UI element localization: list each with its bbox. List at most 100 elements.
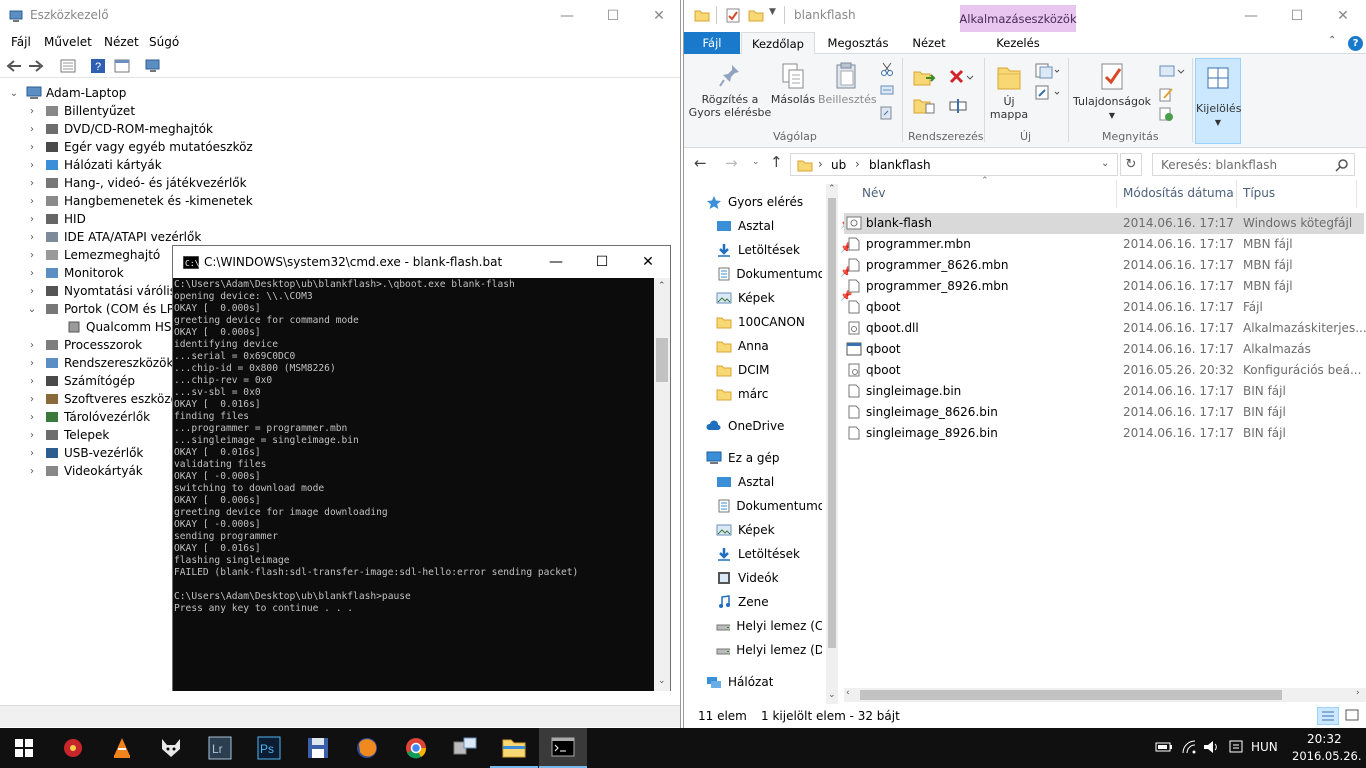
tree-category[interactable]: › Szoftveres eszközök <box>26 390 185 408</box>
back-button[interactable] <box>5 57 23 75</box>
taskbar-firefox[interactable] <box>343 728 391 768</box>
file-row[interactable]: blank-flash 2014.06.16. 17:17 Windows köte… <box>844 213 1364 234</box>
maximize-button[interactable]: ☐ <box>590 0 636 31</box>
taskbar-cmd[interactable] <box>539 728 587 768</box>
tree-category[interactable]: › Telepek <box>26 426 109 444</box>
nav-item[interactable]: 100CANON <box>716 310 822 334</box>
nav-item[interactable]: DCIM <box>716 358 822 382</box>
tree-category[interactable]: › Videokártyák <box>26 462 143 480</box>
nav-item[interactable]: OneDrive <box>706 414 822 438</box>
tab-home[interactable]: Kezdőlap <box>741 32 815 55</box>
scroll-up-icon[interactable]: ⌃ <box>658 281 666 291</box>
column-name[interactable]: Név <box>862 186 885 200</box>
taskbar-lightroom[interactable]: Lr <box>196 728 244 768</box>
chevron-right-icon[interactable]: › <box>26 394 38 405</box>
taskbar-vlc[interactable] <box>98 728 146 768</box>
volume-icon[interactable] <box>1202 739 1220 758</box>
nav-item[interactable]: Asztal <box>716 470 822 494</box>
taskbar-app-1[interactable] <box>49 728 97 768</box>
file-row[interactable]: singleimage.bin 2014.06.16. 17:17 BIN fájl <box>844 381 1364 402</box>
device-manager-titlebar[interactable]: Eszközkezelő — ☐ ✕ <box>0 0 680 32</box>
nav-item[interactable]: Gyors elérés <box>706 190 822 214</box>
menu-action[interactable]: Művelet <box>44 35 92 49</box>
tab-manage[interactable]: Kezelés <box>962 32 1074 54</box>
nav-item[interactable]: Videók <box>716 566 822 590</box>
chevron-right-icon[interactable]: › <box>26 430 38 441</box>
forward-button[interactable]: → <box>725 154 738 172</box>
tab-view[interactable]: Nézet <box>899 32 959 54</box>
chevron-down-icon[interactable]: ⌄ <box>8 88 20 99</box>
nav-item[interactable]: Helyi lemez (D:) <box>716 638 822 662</box>
tree-category[interactable]: › Számítógép <box>26 372 135 390</box>
breadcrumb-ub[interactable]: ub <box>831 158 846 172</box>
column-date[interactable]: Módosítás dátuma <box>1123 186 1234 200</box>
tree-category[interactable]: › HID <box>26 210 86 228</box>
search-box[interactable]: Keresés: blankflash <box>1152 153 1355 176</box>
chevron-right-icon[interactable]: › <box>26 160 38 171</box>
chevron-right-icon[interactable]: › <box>26 448 38 459</box>
properties-dropdown-icon[interactable]: ▼ <box>1109 111 1115 120</box>
new-item-button[interactable] <box>1034 62 1060 83</box>
file-row[interactable]: singleimage_8926.bin 2014.06.16. 17:17 BIN… <box>844 423 1364 444</box>
nav-item[interactable]: Dokumentumok <box>716 494 822 518</box>
start-button[interactable] <box>0 728 48 768</box>
console-output[interactable]: C:\Users\Adam\Desktop\ub\blankflash>.\qb… <box>173 278 654 691</box>
cmd-minimize-button[interactable]: — <box>533 246 579 277</box>
chevron-right-icon[interactable]: › <box>26 286 38 297</box>
chevron-right-icon[interactable]: › <box>26 142 38 153</box>
cmd-scrollbar[interactable]: ⌃ ⌄ <box>654 278 670 691</box>
nav-item[interactable]: Hálózat <box>706 670 822 694</box>
search-input[interactable]: Keresés: blankflash <box>1161 158 1277 172</box>
file-row[interactable]: singleimage_8626.bin 2014.06.16. 17:17 BIN… <box>844 402 1364 423</box>
taskbar-chrome[interactable] <box>392 728 440 768</box>
tree-category[interactable]: › IDE ATA/ATAPI vezérlők <box>26 228 201 246</box>
wifi-icon[interactable] <box>1181 739 1197 758</box>
chevron-right-icon[interactable]: › <box>26 178 38 189</box>
scan-hardware-button[interactable] <box>144 57 162 75</box>
chevron-right-icon[interactable]: › <box>26 232 38 243</box>
column-type[interactable]: Típus <box>1243 186 1275 200</box>
address-dropdown-icon[interactable]: ⌄ <box>1101 158 1109 169</box>
rename-button[interactable] <box>948 96 968 119</box>
tree-category[interactable]: › Hálózati kártyák <box>26 156 162 174</box>
chevron-right-icon[interactable]: › <box>26 106 38 117</box>
input-language[interactable]: HUN <box>1251 740 1278 754</box>
explorer-close-button[interactable]: ✕ <box>1320 0 1366 31</box>
pin-quick-access-button[interactable]: Rögzítés a Gyors elérésbe <box>688 62 772 119</box>
nav-item[interactable]: Zene <box>716 590 822 614</box>
nav-item[interactable]: Asztal📌 <box>716 214 852 238</box>
chevron-right-icon[interactable]: › <box>26 340 38 351</box>
edit-button[interactable] <box>1158 86 1174 105</box>
minimize-button[interactable]: — <box>544 0 590 31</box>
nav-item[interactable]: Ez a gép <box>706 446 822 470</box>
menu-file[interactable]: Fájl <box>11 35 31 49</box>
easy-access-button[interactable] <box>1034 84 1060 105</box>
clock-time[interactable]: 20:32 <box>1307 732 1342 746</box>
help-icon[interactable]: ? <box>1348 36 1363 51</box>
chevron-down-icon[interactable]: ⌄ <box>26 304 38 315</box>
tree-category[interactable]: › DVD/CD-ROM-meghajtók <box>26 120 213 138</box>
taskbar-device-manager[interactable] <box>441 728 489 768</box>
history-button[interactable] <box>1158 106 1174 125</box>
nav-item[interactable]: Képek <box>716 518 822 542</box>
cmd-titlebar[interactable]: C:\ C:\WINDOWS\system32\cmd.exe - blank-… <box>173 246 670 278</box>
new-folder-button[interactable]: Új mappa <box>989 62 1029 121</box>
taskbar-file-explorer[interactable] <box>490 728 538 768</box>
tree-category[interactable]: › Monitorok <box>26 264 124 282</box>
nav-scrollbar[interactable]: ⌃ ⌄ <box>826 184 838 704</box>
explorer-maximize-button[interactable]: ☐ <box>1274 0 1320 31</box>
file-row[interactable]: programmer.mbn 2014.06.16. 17:17 MBN fájl <box>844 234 1364 255</box>
cmd-close-button[interactable]: ✕ <box>625 246 671 277</box>
clock-date[interactable]: 2016.05.26. <box>1292 749 1362 763</box>
explorer-titlebar[interactable]: ▼ blankflash Alkalmazáseszközök — ☐ ✕ <box>684 0 1366 32</box>
cmd-maximize-button[interactable]: ☐ <box>579 246 625 277</box>
tree-category[interactable]: › Billentyűzet <box>26 102 135 120</box>
nav-item[interactable]: Letöltések <box>716 542 822 566</box>
files-hscrollbar[interactable]: ‹ › <box>844 688 1366 702</box>
paste-shortcut-button[interactable] <box>880 106 892 123</box>
chevron-right-icon[interactable]: › <box>26 412 38 423</box>
scroll-down-icon[interactable]: ⌄ <box>658 676 666 686</box>
tree-category[interactable]: ⌄ Portok (COM és LPT) <box>26 300 186 318</box>
application-tools-tab[interactable]: Alkalmazáseszközök <box>959 5 1077 32</box>
cut-button[interactable] <box>880 62 894 79</box>
